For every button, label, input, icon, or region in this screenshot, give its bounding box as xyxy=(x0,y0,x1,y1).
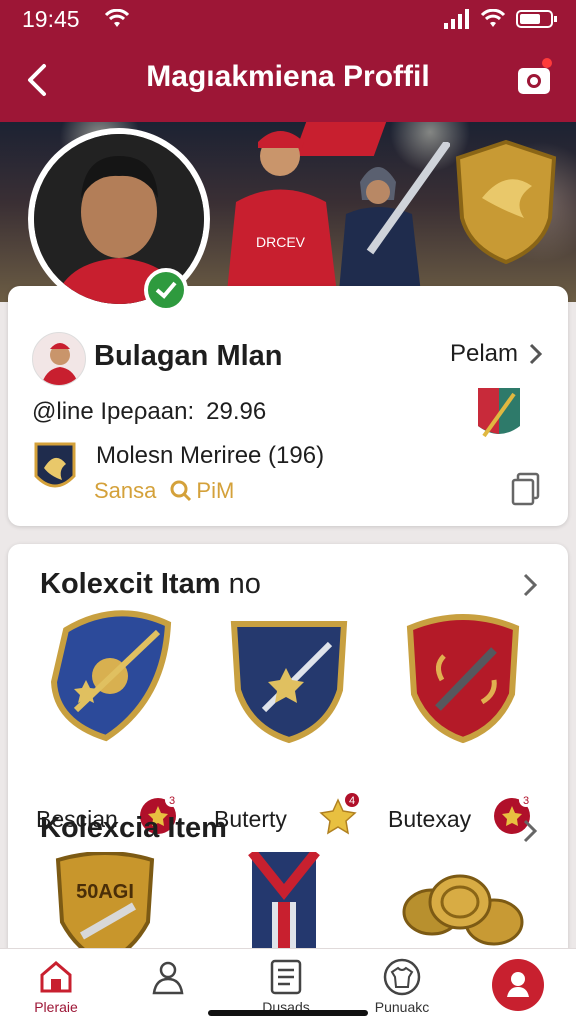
person-icon xyxy=(152,961,184,995)
pelam-link[interactable]: Pelam xyxy=(450,340,544,368)
tag-pim[interactable]: Pi⁠M xyxy=(170,478,234,504)
profile-card: Bulagan Mlan Pelam @line Ipeρaan: 29.96 M… xyxy=(8,286,568,526)
badge-count: 3 xyxy=(169,795,175,807)
team-flag-icon xyxy=(478,388,520,438)
nav-list[interactable]: Dusads xyxy=(236,957,336,1015)
status-bar: 19:45 xyxy=(0,0,576,40)
nav-profile-button[interactable] xyxy=(492,959,544,1011)
crest-text: 50AGI xyxy=(76,881,134,903)
gold-coins-icon[interactable] xyxy=(402,872,526,948)
collection-item[interactable]: Bescian 3 xyxy=(36,610,186,834)
list-icon xyxy=(270,959,302,995)
svg-text:DRCEV: DRCEV xyxy=(256,234,306,250)
nav-person[interactable] xyxy=(118,957,218,997)
notification-dot xyxy=(542,58,552,68)
section-title-1[interactable]: Kolexcit Itam no xyxy=(40,568,261,601)
chevron-right-icon[interactable] xyxy=(520,572,542,598)
search-icon xyxy=(170,480,192,502)
stat-label: @line Ipeρaan: xyxy=(32,398,195,425)
nav-label: Pleraie xyxy=(34,999,78,1015)
tag-pim-label: Pi⁠M xyxy=(196,478,235,503)
chevron-right-icon xyxy=(529,343,543,365)
tag-sansa[interactable]: Sansa xyxy=(94,478,156,504)
section-title-suffix: no xyxy=(228,568,261,600)
page-title: Magıakmiena Proffil xyxy=(146,60,430,93)
section-title-2[interactable]: Kolexcia Item xyxy=(40,812,227,845)
signal-icon xyxy=(444,9,469,29)
nav-shirt[interactable]: Punuakc xyxy=(352,957,452,1015)
gold-crest-icon xyxy=(455,139,557,265)
profile-icon xyxy=(507,972,529,997)
wifi-icon xyxy=(480,9,506,27)
copy-icon[interactable] xyxy=(510,472,542,506)
blue-spear-shield-icon xyxy=(50,610,172,742)
team-name: Molesn Meriree (196) xyxy=(96,442,325,469)
pelam-label: Pelam xyxy=(449,340,518,367)
collection-item[interactable]: Butexay 3 xyxy=(388,610,538,834)
user-avatar[interactable] xyxy=(32,332,86,386)
person-icon xyxy=(41,343,79,385)
red-sword-shield-icon xyxy=(406,614,520,744)
status-time: 19:45 xyxy=(22,6,80,32)
player-red-jersey-icon: DRCEV xyxy=(226,131,338,302)
profile-name: Bulagan Mlan xyxy=(94,340,283,372)
blue-star-shield-icon xyxy=(230,621,348,744)
section-title-text: Kolexcit Itam xyxy=(40,568,221,600)
nav-home[interactable]: Pleraie xyxy=(6,957,106,1015)
badge-count: 4 xyxy=(349,795,355,807)
knight-figure-icon xyxy=(338,142,450,302)
striped-banner-icon[interactable] xyxy=(248,852,320,948)
star-count-badge: 4 xyxy=(319,793,359,835)
collection-card: Kolexcit Itam no Bescian 3 Buterty 4 But… xyxy=(8,544,568,964)
stat-value: 29.96 xyxy=(206,398,267,425)
item-label: Butexay xyxy=(388,806,472,832)
collection-item[interactable]: Buterty 4 xyxy=(214,610,364,835)
battery-icon xyxy=(516,10,557,28)
shirt-icon xyxy=(383,958,421,996)
check-icon xyxy=(155,281,177,299)
team-crest-icon xyxy=(34,442,76,488)
home-icon xyxy=(40,961,72,993)
wifi-icon xyxy=(104,9,130,27)
gold-crest-icon[interactable]: 50AGI xyxy=(52,852,158,948)
app-header: Magıakmiena Proffil xyxy=(0,40,576,122)
badge-count: 3 xyxy=(523,795,529,807)
section-title-text: Kolexcia Item xyxy=(40,812,227,844)
profile-tags: Sansa Pi⁠M xyxy=(94,478,234,504)
chevron-right-icon[interactable] xyxy=(520,818,542,844)
home-indicator xyxy=(208,1010,368,1016)
verified-badge xyxy=(144,268,188,312)
stat-line: @line Ipeρaan: 29.96 xyxy=(32,398,266,426)
